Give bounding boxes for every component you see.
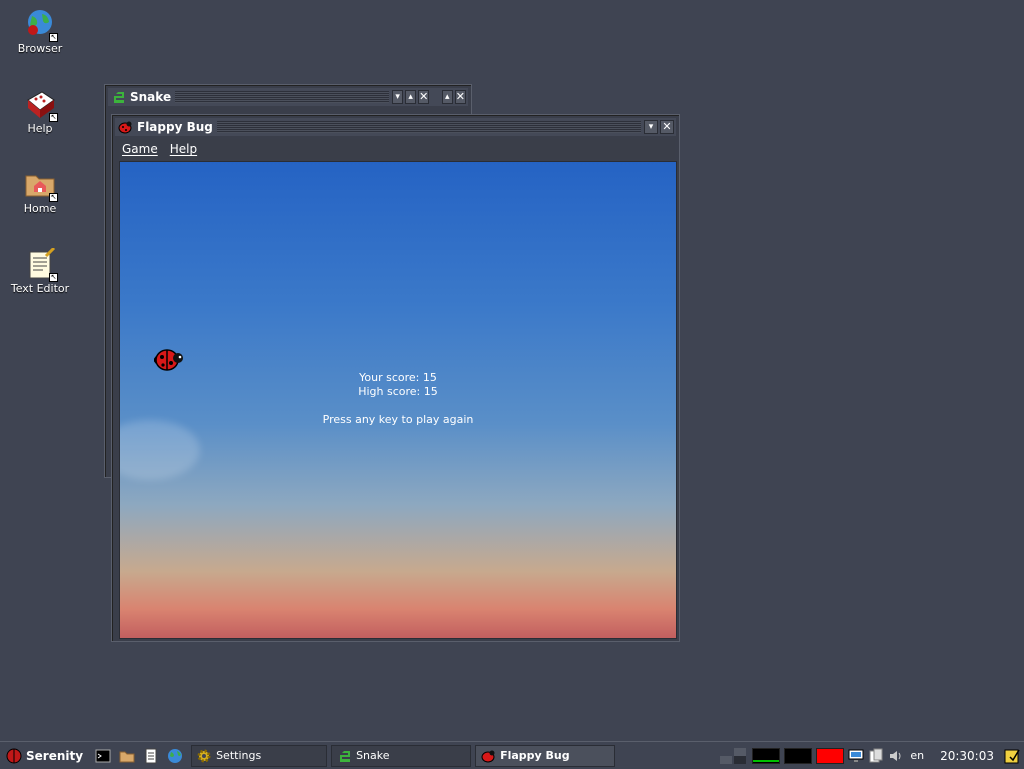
- snake-window-title: Snake: [130, 90, 172, 104]
- snake-icon: [338, 750, 351, 762]
- file-manager-icon[interactable]: [119, 748, 135, 764]
- bug-sprite: [153, 346, 184, 372]
- bug-icon: [117, 119, 133, 135]
- flappy-bug-titlebar[interactable]: Flappy Bug ▾ ✕: [115, 118, 676, 136]
- desktop-icon-label: Browser: [17, 42, 63, 55]
- menu-help[interactable]: Help: [170, 142, 197, 156]
- titlebar-grip: [175, 91, 390, 103]
- start-button[interactable]: Serenity: [0, 745, 89, 767]
- memory-graph[interactable]: [816, 747, 845, 764]
- task-snake[interactable]: Snake: [331, 744, 472, 767]
- snake-icon: [110, 89, 126, 105]
- flappy-bug-window[interactable]: Flappy Bug ▾ ✕ Game Help Your score: 15 …: [111, 114, 680, 642]
- volume-icon[interactable]: [888, 748, 904, 764]
- system-tray: en 20:30:03: [720, 742, 1024, 769]
- bug-icon: [481, 750, 495, 762]
- text-editor-icon: ↖: [24, 246, 58, 282]
- menubar: Game Help: [116, 139, 675, 159]
- high-score-label: High score: 15: [358, 385, 438, 398]
- close-button[interactable]: ✕: [418, 90, 430, 104]
- start-label: Serenity: [26, 748, 84, 763]
- clipboard-icon[interactable]: [868, 748, 884, 764]
- text-editor-icon[interactable]: [143, 748, 159, 764]
- home-folder-icon: ↖: [24, 168, 58, 202]
- gear-icon: [197, 749, 211, 762]
- cpu-graph[interactable]: [752, 747, 781, 764]
- task-label: Snake: [356, 749, 390, 762]
- game-canvas[interactable]: Your score: 15 High score: 15 Press any …: [119, 161, 677, 639]
- desktop-icon-text-editor[interactable]: ↖ Text Editor: [0, 246, 80, 295]
- minimize-button[interactable]: ▾: [392, 90, 404, 104]
- clock[interactable]: 20:30:03: [940, 749, 994, 763]
- task-settings[interactable]: Settings: [191, 744, 328, 767]
- task-label: Settings: [216, 749, 262, 762]
- task-flappy-bug[interactable]: Flappy Bug: [475, 744, 616, 767]
- desktop-icon-help[interactable]: ↖ Help: [0, 88, 80, 135]
- browser-icon[interactable]: [167, 748, 183, 764]
- cloud: [120, 420, 200, 480]
- titlebar-grip: [216, 121, 641, 133]
- task-label: Flappy Bug: [500, 749, 570, 762]
- workspace-switcher-icon[interactable]: [720, 747, 748, 764]
- taskbar: Serenity Settings Snake Flappy Bug en 20…: [0, 741, 1024, 769]
- desktop-icon-browser[interactable]: ↖ Browser: [0, 8, 80, 55]
- terminal-icon[interactable]: [95, 748, 111, 764]
- maximize-button[interactable]: ▴: [405, 90, 417, 104]
- network-icon[interactable]: [848, 748, 864, 764]
- close-button[interactable]: ✕: [454, 90, 467, 104]
- network-graph[interactable]: [784, 747, 813, 764]
- maximize-button[interactable]: ▴: [441, 90, 453, 104]
- desktop-icon-label: Text Editor: [10, 282, 70, 295]
- menu-game[interactable]: Game: [122, 142, 158, 156]
- close-button[interactable]: ✕: [660, 120, 674, 134]
- help-book-icon: ↖: [24, 88, 58, 122]
- desktop-icon-label: Help: [27, 122, 53, 135]
- keyboard-layout[interactable]: en: [910, 749, 924, 762]
- serenity-logo-icon: [6, 748, 22, 763]
- desktop-icon-home[interactable]: ↖ Home: [0, 168, 80, 215]
- browser-icon: ↖: [24, 8, 58, 42]
- snake-titlebar[interactable]: Snake ▾ ▴ ✕ ▴ ✕: [108, 88, 468, 106]
- minimize-button[interactable]: ▾: [644, 120, 658, 134]
- play-again-prompt: Press any key to play again: [322, 413, 474, 426]
- desktop-icon-label: Home: [23, 202, 57, 215]
- score-label: Your score: 15: [359, 371, 437, 384]
- notes-icon[interactable]: [1004, 748, 1020, 764]
- flappy-bug-window-title: Flappy Bug: [137, 120, 213, 134]
